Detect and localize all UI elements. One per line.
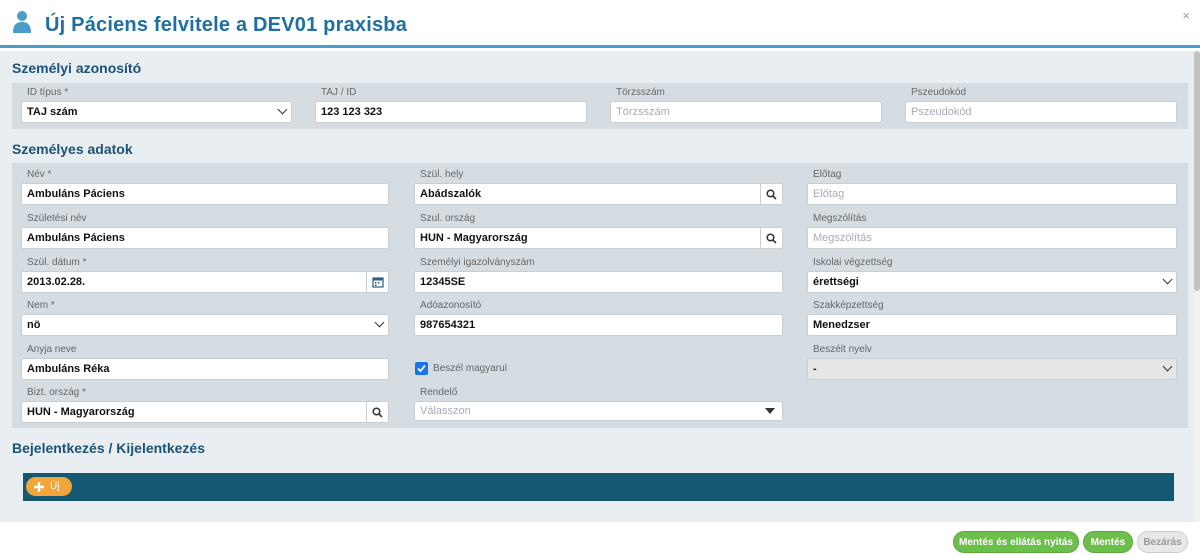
sex-value: nö [27, 319, 41, 331]
close-icon[interactable]: × [1182, 8, 1190, 23]
birth-place-value: Abádszalók [420, 188, 482, 200]
chevron-down-icon [1162, 361, 1173, 372]
modal-footer: Mentés és ellátás nyitás Mentés Bezárás [0, 522, 1200, 555]
tax-input[interactable]: 987654321 [414, 314, 783, 336]
taj-label: TAJ / ID [321, 87, 357, 98]
insurance-country-label: Bizt. ország * [27, 387, 86, 398]
insurance-country-value: HUN - Magyarország [27, 406, 135, 418]
name-label: Név * [27, 169, 52, 180]
id-card-input[interactable]: 12345SE [414, 271, 783, 293]
id-type-select[interactable]: TAJ szám [21, 101, 292, 123]
birth-place-label: Szül. hely [420, 169, 464, 180]
office-select[interactable]: Válasszon [414, 401, 783, 421]
chevron-down-icon [374, 317, 385, 328]
speaks-hungarian-checkbox[interactable] [415, 362, 428, 375]
tax-label: Adóazonosító [420, 300, 482, 311]
language-value: - [813, 363, 817, 375]
section-title-checkin: Bejelentkezés / Kijelentkezés [12, 440, 205, 456]
add-button-label: Új [50, 481, 60, 492]
birth-date-value: 2013.02.28. [27, 276, 86, 288]
add-button[interactable]: Új [26, 477, 72, 496]
education-value: érettségi [813, 276, 859, 288]
chevron-down-icon [1162, 274, 1173, 285]
chevron-down-icon [277, 104, 288, 115]
pseudo-label: Pszeudokód [911, 87, 967, 98]
birth-name-input[interactable]: Ambuláns Páciens [21, 227, 389, 249]
birth-place-input[interactable]: Abádszalók [414, 183, 783, 205]
office-placeholder: Válasszon [420, 405, 471, 417]
torzs-label: Törzsszám [616, 87, 665, 98]
pseudo-input[interactable]: Pszeudokód [905, 101, 1177, 123]
birth-date-label: Szül. dátum * [27, 257, 87, 268]
section-title-personal-id: Személyi azonosító [12, 60, 142, 76]
save-button[interactable]: Mentés [1083, 531, 1133, 553]
sex-label: Nem * [27, 300, 55, 311]
mother-label: Anyja neve [27, 344, 77, 355]
birth-country-input[interactable]: HUN - Magyarország [414, 227, 783, 249]
modal-title: Új Páciens felvitele a DEV01 praxisba [45, 14, 408, 36]
modal-header: Új Páciens felvitele a DEV01 praxisba × [0, 0, 1200, 48]
search-icon[interactable] [760, 228, 782, 248]
qualification-input[interactable]: Menedzser [807, 314, 1177, 336]
birth-date-input[interactable]: 2013.02.28. [21, 271, 389, 293]
check-icon [417, 364, 426, 373]
name-input[interactable]: Ambuláns Páciens [21, 183, 389, 205]
id-type-value: TAJ szám [27, 106, 78, 118]
salutation-input[interactable]: Megszólítás [807, 227, 1177, 249]
search-icon[interactable] [760, 184, 782, 204]
language-label: Beszélt nyelv [813, 344, 872, 355]
education-select[interactable]: érettségi [807, 271, 1177, 293]
id-type-label: ID típus * [27, 87, 69, 98]
mother-input[interactable]: Ambuláns Réka [21, 358, 389, 380]
save-and-open-button[interactable]: Mentés és ellátás nyitás [953, 531, 1079, 553]
id-card-label: Személyi igazolványszám [420, 257, 535, 268]
calendar-icon[interactable] [366, 272, 388, 292]
taj-input[interactable]: 123 123 323 [315, 101, 587, 123]
scrollbar[interactable] [1194, 51, 1200, 522]
search-icon[interactable] [366, 402, 388, 422]
insurance-country-input[interactable]: HUN - Magyarország [21, 401, 389, 423]
birth-country-value: HUN - Magyarország [420, 232, 528, 244]
section-title-personal-data: Személyes adatok [12, 141, 133, 157]
speaks-hungarian-label: Beszél magyarul [433, 363, 507, 374]
close-button[interactable]: Bezárás [1137, 531, 1188, 553]
modal-body: Személyi azonosító ID típus * TAJ szám T… [0, 51, 1194, 522]
qualification-label: Szakképzettség [813, 300, 884, 311]
user-icon [13, 11, 31, 33]
prefix-input[interactable]: Előtag [807, 183, 1177, 205]
education-label: Iskolai végzettség [813, 257, 893, 268]
office-label: Rendelő [420, 387, 458, 398]
scroll-thumb[interactable] [1194, 51, 1200, 291]
birth-name-label: Születési név [27, 213, 87, 224]
birth-country-label: Szul. ország [420, 213, 476, 224]
personal-data-panel: Név * Ambuláns Páciens Szül. hely Abádsz… [12, 163, 1188, 428]
checkin-toolbar: Új [23, 473, 1174, 501]
personal-id-panel: ID típus * TAJ szám TAJ / ID 123 123 323… [12, 83, 1188, 129]
prefix-label: Előtag [813, 169, 842, 180]
salutation-label: Megszólítás [813, 213, 867, 224]
sex-select[interactable]: nö [21, 314, 389, 336]
language-select[interactable]: - [807, 358, 1177, 380]
caret-down-icon [765, 408, 775, 414]
plus-icon [34, 481, 44, 492]
torzs-input[interactable]: Törzsszám [610, 101, 882, 123]
